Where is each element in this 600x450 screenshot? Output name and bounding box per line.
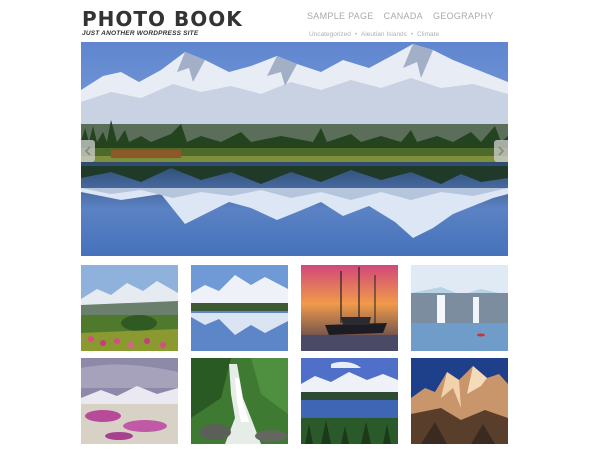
hero-image [81,42,508,256]
chevron-right-icon [498,146,505,156]
category-navigation: Uncategorized • Aleutian Islands • Clima… [309,31,439,38]
main-navigation: SAMPLE PAGE CANADA GEOGRAPHY [307,11,494,21]
category-climate[interactable]: Climate [417,31,439,38]
category-separator: • [354,31,358,38]
slider-prev-button[interactable] [81,140,95,162]
nav-item-sample-page[interactable]: SAMPLE PAGE [307,11,374,21]
site-tagline: JUST ANOTHER WORDPRESS SITE [82,30,199,37]
category-aleutian-islands[interactable]: Aleutian Islands [361,31,407,38]
site-title[interactable]: PHOTO BOOK [82,7,243,31]
thumbnail-image [191,265,288,351]
category-separator: • [410,31,414,38]
thumbnail-image [81,265,178,351]
gallery-thumbnail[interactable] [301,265,398,351]
nav-item-geography[interactable]: GEOGRAPHY [433,11,494,21]
thumbnail-image [411,265,508,351]
gallery-thumbnail[interactable] [191,265,288,351]
hero-slider[interactable] [81,42,508,256]
gallery-thumbnail[interactable] [81,358,178,444]
thumbnail-image [81,358,178,444]
gallery-thumbnail[interactable] [411,265,508,351]
gallery-thumbnail[interactable] [411,358,508,444]
chevron-left-icon [84,146,91,156]
thumbnail-image [191,358,288,444]
gallery-thumbnail[interactable] [191,358,288,444]
thumbnail-image [301,358,398,444]
thumbnail-image [301,265,398,351]
category-uncategorized[interactable]: Uncategorized [309,31,351,38]
gallery-thumbnail[interactable] [301,358,398,444]
slider-next-button[interactable] [494,140,508,162]
nav-item-canada[interactable]: CANADA [384,11,423,21]
gallery-thumbnail[interactable] [81,265,178,351]
thumbnail-image [411,358,508,444]
